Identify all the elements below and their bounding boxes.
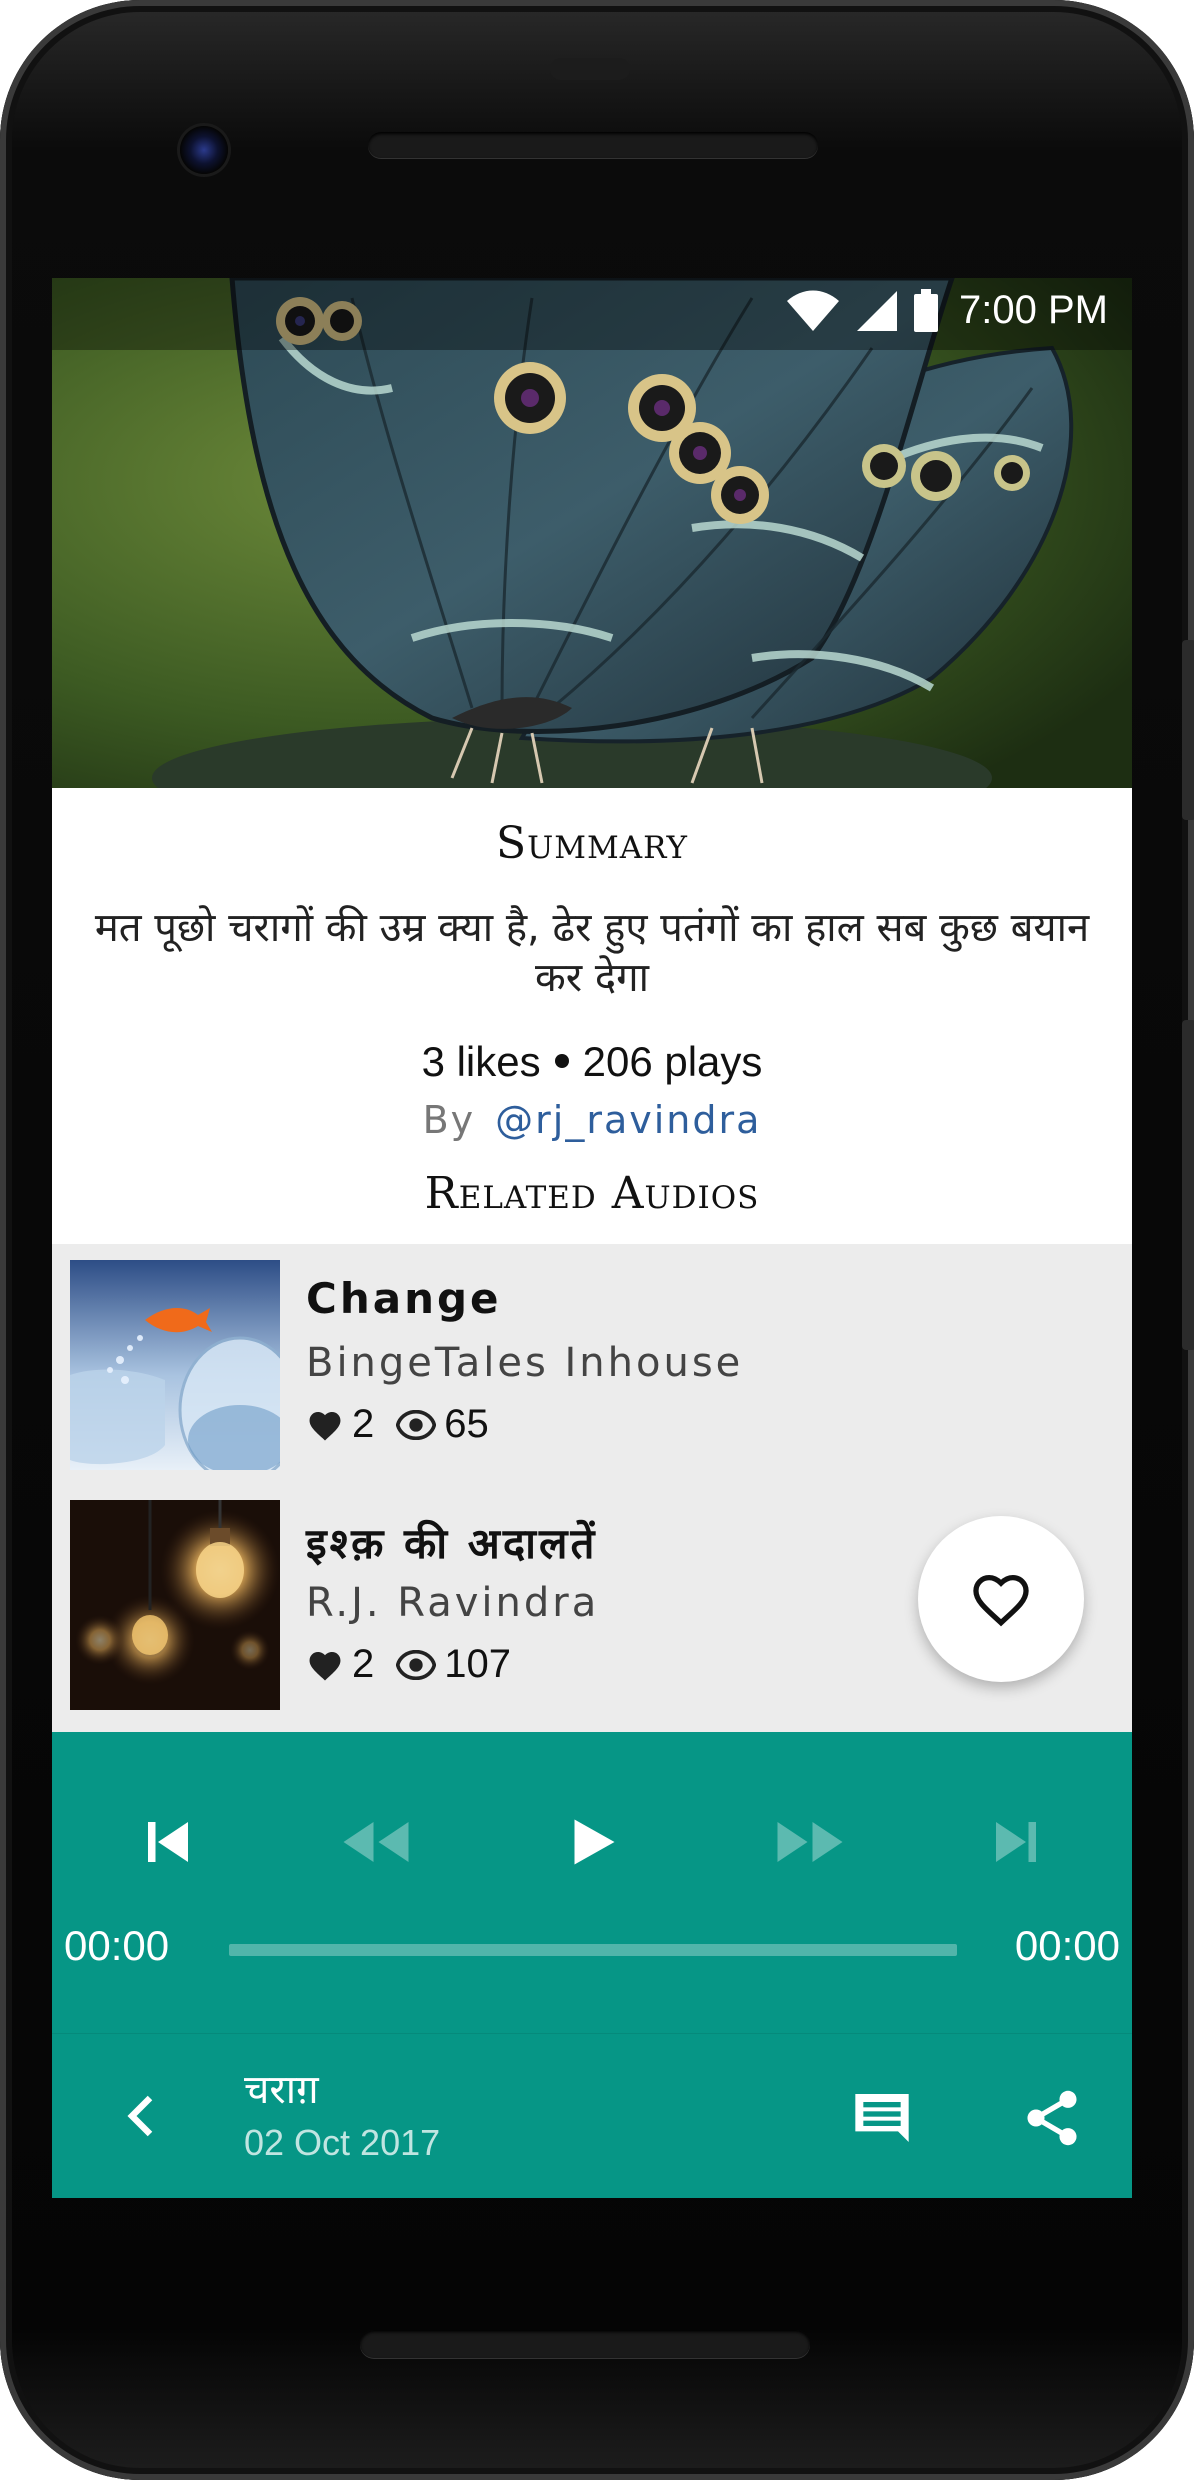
rewind-button[interactable] bbox=[336, 1802, 416, 1882]
item-stats: 2 107 bbox=[306, 1642, 533, 1687]
separator-dot bbox=[554, 1053, 569, 1068]
skip-next-icon bbox=[996, 1822, 1036, 1862]
favorite-button[interactable] bbox=[918, 1516, 1084, 1682]
eye-icon bbox=[396, 1649, 437, 1680]
battery-icon bbox=[914, 288, 939, 332]
item-stats: 2 65 bbox=[306, 1402, 511, 1447]
status-bar: 7:00 PM bbox=[52, 278, 1132, 350]
item-author: R.J. Ravindra bbox=[306, 1580, 600, 1626]
list-item[interactable]: Change BingeTales Inhouse 2 65 bbox=[70, 1260, 1110, 1470]
comments-button[interactable] bbox=[842, 2078, 922, 2158]
phone-frame: 7:00 PM Summary मत पूछो चरागों की उम्र क… bbox=[0, 0, 1194, 2480]
item-thumbnail bbox=[70, 1260, 280, 1470]
summary-text: मत पूछो चरागों की उम्र क्या है, ढेर हुए … bbox=[94, 905, 1090, 1001]
now-playing-date: 02 Oct 2017 bbox=[244, 2122, 441, 2163]
power-button bbox=[1182, 640, 1194, 820]
heart-outline-icon bbox=[973, 1575, 1029, 1627]
related-audios-heading: Related Audios bbox=[424, 1168, 760, 1219]
byline: By @rj_ravindra bbox=[52, 1098, 1132, 1142]
bottom-speaker bbox=[360, 2330, 810, 2358]
signal-icon bbox=[857, 290, 898, 331]
audio-stats: 3 likes 206 plays bbox=[52, 1038, 1132, 1086]
elapsed-time: 00:00 bbox=[64, 1922, 170, 1969]
skip-next-button[interactable] bbox=[976, 1802, 1056, 1882]
comment-icon bbox=[855, 2094, 909, 2142]
heart-icon bbox=[309, 1651, 341, 1680]
butterfly-image bbox=[52, 278, 1132, 788]
share-button[interactable] bbox=[1012, 2078, 1092, 2158]
total-time: 00:00 bbox=[1014, 1922, 1120, 1969]
item-thumbnail bbox=[70, 1500, 280, 1710]
now-playing-title: चराग़ bbox=[244, 2067, 319, 2113]
top-speaker bbox=[368, 132, 818, 158]
skip-previous-icon bbox=[148, 1822, 188, 1862]
item-author: BingeTales Inhouse bbox=[306, 1340, 744, 1386]
item-likes: 2 bbox=[352, 1642, 375, 1686]
fast-forward-icon bbox=[777, 1822, 843, 1862]
app-screen: 7:00 PM Summary मत पूछो चरागों की उम्र क… bbox=[52, 278, 1132, 2198]
item-views: 65 bbox=[444, 1402, 489, 1446]
rewind-icon bbox=[343, 1822, 409, 1862]
seek-bar[interactable] bbox=[229, 1944, 957, 1956]
earpiece bbox=[550, 58, 630, 80]
cover-image bbox=[52, 278, 1132, 788]
fast-forward-button[interactable] bbox=[770, 1802, 850, 1882]
item-views: 107 bbox=[444, 1642, 511, 1686]
back-button[interactable] bbox=[108, 2084, 172, 2148]
goldfish-image bbox=[70, 1260, 280, 1470]
eye-icon bbox=[396, 1409, 437, 1440]
back-icon bbox=[127, 2095, 153, 2137]
volume-button bbox=[1182, 1020, 1194, 1350]
status-time: 7:00 PM bbox=[959, 288, 1108, 332]
item-title: इश्क़ की अदालतें bbox=[306, 1519, 598, 1568]
plays-count: 206 plays bbox=[582, 1038, 763, 1085]
likes-count: 3 likes bbox=[421, 1038, 541, 1085]
front-camera bbox=[180, 126, 228, 174]
play-icon bbox=[574, 1819, 615, 1865]
item-likes: 2 bbox=[352, 1402, 375, 1446]
skip-previous-button[interactable] bbox=[128, 1802, 208, 1882]
item-title: Change bbox=[306, 1274, 502, 1323]
summary-heading: Summary bbox=[496, 818, 688, 869]
heart-icon bbox=[309, 1411, 341, 1440]
by-label: By bbox=[422, 1098, 476, 1142]
audio-player: 00:00 00:00 bbox=[52, 1732, 1132, 2034]
lightbulbs-image bbox=[70, 1500, 280, 1710]
author-link[interactable]: @rj_ravindra bbox=[495, 1098, 761, 1142]
play-button[interactable] bbox=[552, 1802, 632, 1882]
share-icon bbox=[1027, 2090, 1077, 2146]
now-playing-bar: चराग़ 02 Oct 2017 bbox=[52, 2034, 1132, 2198]
wifi-icon bbox=[787, 290, 840, 331]
